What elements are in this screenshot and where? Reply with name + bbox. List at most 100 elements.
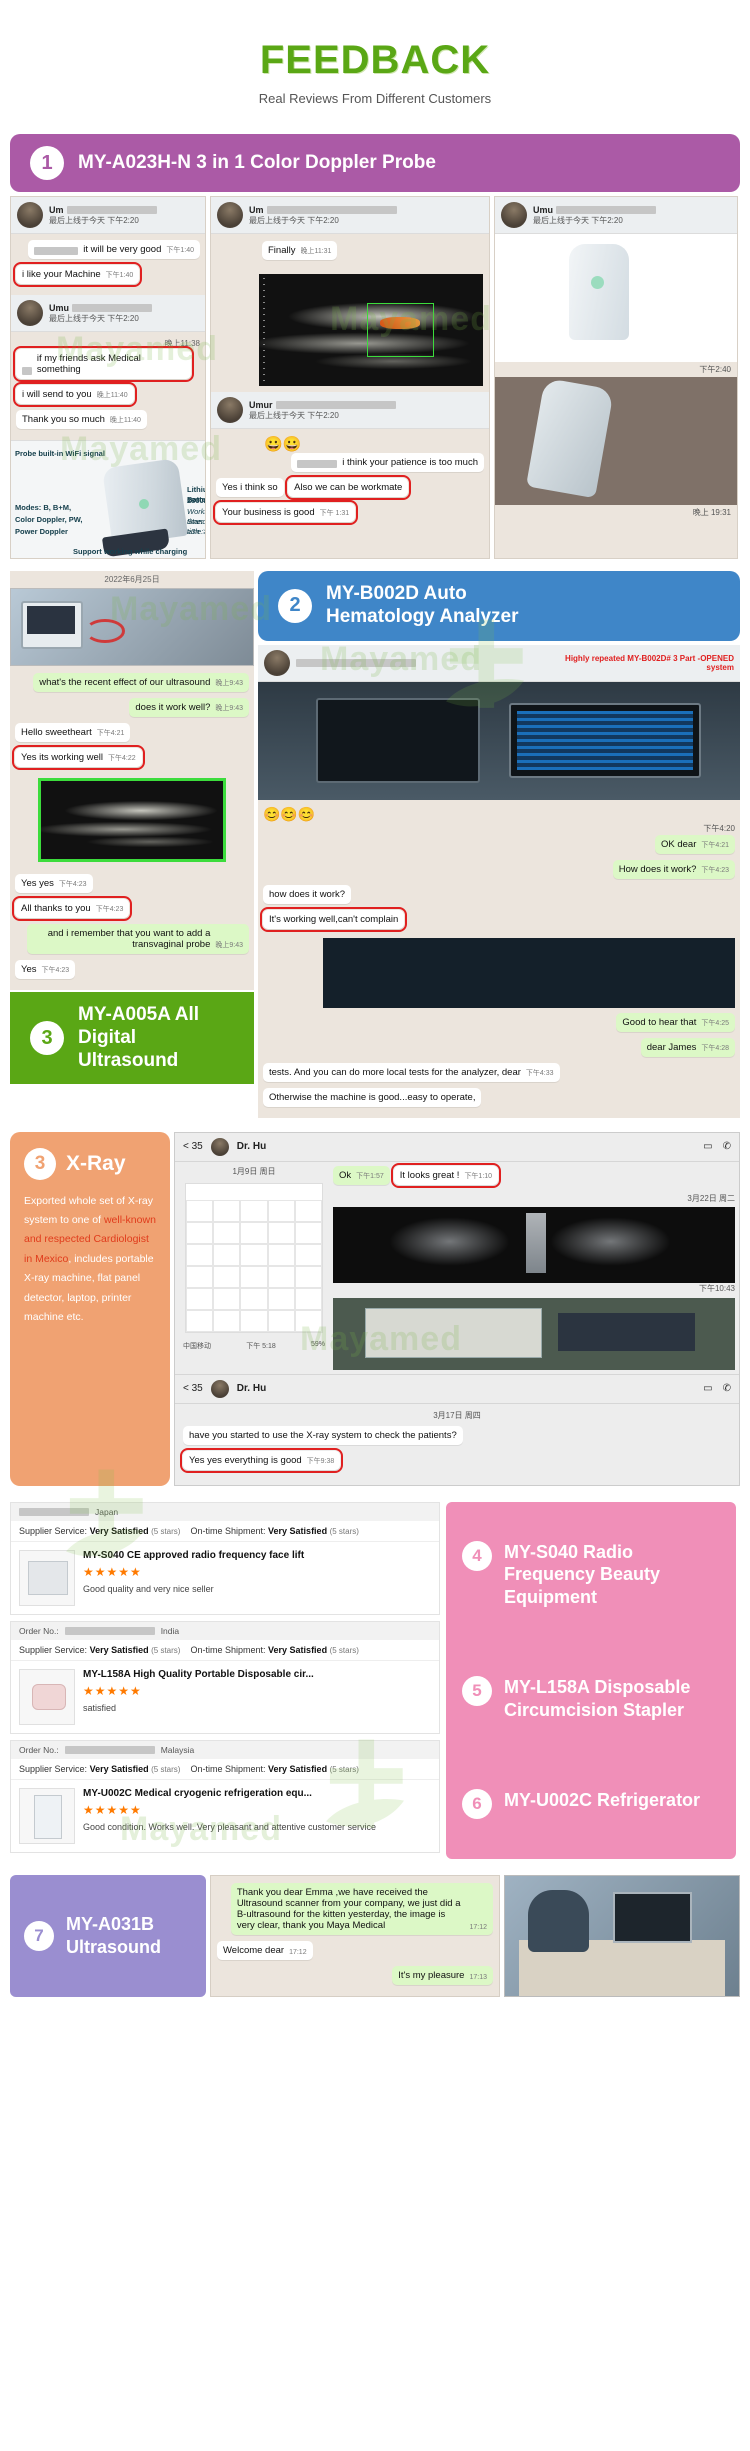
back-button[interactable]: < 35 <box>183 1141 203 1152</box>
calendar-screenshot <box>185 1182 323 1333</box>
phone-icon[interactable]: ✆ <box>723 1383 731 1394</box>
section-1-number: 1 <box>30 146 64 180</box>
probe-button <box>591 276 604 289</box>
rating-stars: ★★★★★ <box>83 1802 142 1817</box>
review-country: Japan <box>95 1506 119 1517</box>
calendar-cell <box>294 1287 322 1310</box>
avatar <box>210 1137 229 1156</box>
section-3-banner: 3 MY-A005A All Digital Ultrasound <box>10 992 254 1085</box>
message-text: Yes i think so <box>222 482 278 493</box>
shipment-label: On-time Shipment: <box>190 1644 266 1655</box>
pink-title-5: MY-L158A Disposable Circumcision Stapler <box>504 1677 691 1720</box>
analyzer-screen-ui <box>516 710 694 771</box>
calendar-cell <box>267 1265 295 1288</box>
shipment-value: Very Satisfied <box>268 1525 328 1536</box>
message-text: It's my pleasure <box>398 1969 465 1981</box>
contact-status: 最后上线于今天 下午2:20 <box>249 215 339 225</box>
review-header: Order No.: Malaysia <box>11 1740 439 1759</box>
wechat-date-3: 3月17日 周四 <box>433 1410 481 1420</box>
shipment-stars: (5 stars) <box>329 1764 359 1774</box>
message-text: Yes its working well <box>21 752 104 763</box>
section-7-title-line1: MY-A031B <box>66 1914 155 1935</box>
contact-name: Um <box>249 204 264 215</box>
message-text: All thanks to you <box>21 903 91 914</box>
ultrasound-image <box>259 274 483 386</box>
message-text: Yes yes <box>21 878 54 889</box>
ultrasound-chat: 2022年6月25日 what's the recent effect of o… <box>10 571 254 990</box>
supplier-service-stars: (5 stars) <box>151 1526 181 1536</box>
section-3-title-line2: Ultrasound <box>78 1049 179 1071</box>
phone-icon[interactable]: ✆ <box>723 1141 731 1152</box>
emoji-message: 😀😀 <box>264 436 302 453</box>
calendar-cell <box>240 1243 268 1266</box>
message-bubble-highlighted: All thanks to you 下午4:23 <box>11 896 133 921</box>
message-bubble-highlighted: It's working well,can't complain <box>259 906 408 932</box>
product-thumbnail <box>19 1549 75 1606</box>
emoji-message: 😊😊😊 <box>263 805 316 822</box>
calendar-grid <box>186 1199 322 1332</box>
message-time: 下午4:33 <box>525 1069 554 1077</box>
message-time: 下午1:40 <box>166 247 194 254</box>
review-body: MY-U002C Medical cryogenic refrigeration… <box>11 1780 439 1852</box>
message-bubble: Otherwise the machine is good...easy to … <box>263 1087 482 1107</box>
calendar-cell <box>213 1199 241 1222</box>
message-text: Otherwise the machine is good...easy to … <box>269 1091 476 1103</box>
section-7-number: 7 <box>24 1920 54 1951</box>
message-bubble-out: It's my pleasure 17:13 <box>392 1965 493 1985</box>
calendar-cell <box>240 1265 268 1288</box>
calendar-cell <box>267 1287 295 1310</box>
contact-status: 最后上线于今天 下午2:20 <box>49 215 139 225</box>
wechat-toolbar[interactable]: < 35 Dr. Hu ▭ ✆ <box>175 1132 739 1162</box>
photo-timestamp-2: 晚上 19:31 <box>692 508 731 517</box>
review-comment: Good condition. Works well. Very pleasan… <box>83 1821 376 1832</box>
contact-name: Umu <box>49 302 69 313</box>
page-header: FEEDBACK Real Reviews From Different Cus… <box>0 0 750 124</box>
message-bubble: Thank you so much 晚上11:40 <box>16 410 147 429</box>
video-camera-icon[interactable]: ▭ <box>703 1141 712 1152</box>
message-time: 下午9:38 <box>306 1457 335 1465</box>
order-label: Order No.: <box>19 1744 59 1755</box>
feedback-page: FEEDBACK Real Reviews From Different Cus… <box>0 0 750 2017</box>
section-2-title-line1: MY-B002D Auto <box>326 583 467 604</box>
message-time: 下午4:21 <box>701 841 729 849</box>
wechat-toolbar-2[interactable]: < 35 Dr. Hu ▭ ✆ <box>175 1373 739 1404</box>
analyzer-screen-photo <box>323 937 735 1008</box>
message-list: it will be very good 下午1:40 i like your … <box>11 234 205 295</box>
calendar-cell <box>267 1199 295 1222</box>
chat-header: Um 最后上线于今天 下午2:20 <box>211 197 489 234</box>
avatar <box>501 202 527 228</box>
section-2-title-line2: Hematology Analyzer <box>326 605 519 627</box>
section-1-banner: 1 MY-A023H-N 3 in 1 Color Doppler Probe <box>10 134 740 192</box>
xray-monitor <box>558 1313 695 1351</box>
message-bubble: Hello sweetheart 下午4:21 <box>15 723 131 742</box>
message-time: 下午4:28 <box>701 1044 729 1052</box>
message-text: dear James <box>646 1041 697 1053</box>
shipment-label: On-time Shipment: <box>190 1763 266 1774</box>
message-time: 下午4:23 <box>41 967 70 974</box>
product-title: MY-L158A High Quality Portable Disposabl… <box>83 1668 314 1680</box>
supplier-service-label: Supplier Service: <box>19 1525 88 1536</box>
chat-header: Umu 最后上线于今天 下午2:20 <box>495 197 737 234</box>
message-list-2: 晚上11:38 if my friends ask Medical someth… <box>11 332 205 440</box>
review-satisfaction: Supplier Service: Very Satisfied (5 star… <box>11 1759 439 1780</box>
probe-label-battery-2: 2800mAh <box>187 496 205 505</box>
redacted-name <box>275 400 396 409</box>
wechat-time-right: 下午10:43 <box>698 1283 735 1293</box>
message-time: 下午 1:31 <box>319 510 350 517</box>
review-country: India <box>160 1625 180 1636</box>
probe-label-modes-2: Color Doppler, PW, <box>15 515 83 524</box>
supplier-service-label: Supplier Service: <box>19 1644 88 1655</box>
message-list: Finally 晚上11:31 <box>211 234 489 274</box>
message-text: if my friends ask Medical something <box>36 353 141 375</box>
message-text: does it work well? <box>135 702 211 713</box>
avatar <box>264 649 290 676</box>
message-time: 下午1:57 <box>356 1172 384 1180</box>
probe-label-battery-4: Standby time:≥12h <box>187 517 206 537</box>
back-button-2[interactable]: < 35 <box>183 1383 203 1394</box>
redacted-name <box>266 205 397 214</box>
wechat-panel: < 35 Dr. Hu ▭ ✆ 1月9日 周日 中国移动 下午 5:18 59%… <box>174 1131 740 1486</box>
video-camera-icon[interactable]: ▭ <box>703 1383 712 1394</box>
message-list: what's the recent effect of our ultrasou… <box>10 666 254 778</box>
message-bubble: Yes 下午4:23 <box>15 960 76 979</box>
pink-product-4: 4 MY-S040 Radio Frequency Beauty Equipme… <box>462 1540 720 1609</box>
